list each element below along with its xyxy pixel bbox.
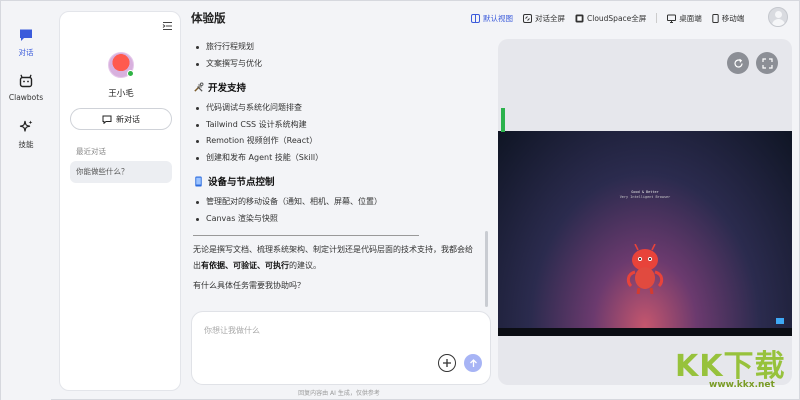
cloudspace-preview: Good & Better Very Intelligent Browser xyxy=(498,39,792,385)
default-view-button[interactable]: 默认视图 xyxy=(471,13,513,24)
summary-text-end: 的建议。 xyxy=(289,261,321,270)
username: 王小毛 xyxy=(108,89,134,99)
sidebar-panel: 王小毛 新对话 最近对话 你能做些什么？ xyxy=(59,11,181,391)
monitor-icon xyxy=(667,14,677,23)
chat-fullscreen-label: 对话全屏 xyxy=(535,13,565,23)
send-button[interactable] xyxy=(464,354,482,372)
refresh-icon xyxy=(733,58,743,68)
avatar-body xyxy=(772,19,785,26)
section-heading-device: 设备与节点控制 xyxy=(193,174,477,188)
bot-icon xyxy=(19,74,33,88)
user-avatar[interactable] xyxy=(768,7,788,27)
arrow-up-icon xyxy=(469,358,477,367)
status-indicator-bar xyxy=(501,108,505,132)
conversation-item[interactable]: 你能做些什么？ xyxy=(70,161,172,183)
avatar xyxy=(108,52,134,78)
list-item: 管理配对的移动设备（通知、相机、屏幕、位置） xyxy=(193,194,477,211)
cloudspace-fullscreen-label: CloudSpace全屏 xyxy=(587,13,647,23)
message-content: 旅行行程规划 文案撰写与优化 开发支持 代码调试与系统化问题排查 Tailwin… xyxy=(193,39,477,301)
default-view-label: 默认视图 xyxy=(483,13,513,23)
page-title: 体验版 xyxy=(191,11,226,25)
new-chat-icon xyxy=(102,115,112,124)
tray-icon xyxy=(776,318,784,324)
attach-button[interactable] xyxy=(438,354,456,372)
cloudspace-fullscreen-button[interactable]: CloudSpace全屏 xyxy=(575,13,646,24)
refresh-button[interactable] xyxy=(727,52,749,74)
mobile-button[interactable]: 移动端 xyxy=(712,13,745,24)
collapse-sidebar-icon[interactable] xyxy=(162,21,173,31)
rail-item-chat[interactable]: 对话 xyxy=(1,27,51,58)
summary-paragraph: 无论是撰写文档、梳理系统架构、制定计划还是代码层面的技术支持，我都会给出有依据、… xyxy=(193,242,477,274)
plus-icon xyxy=(443,359,451,367)
avatar-head xyxy=(775,11,782,18)
view-toolbar: 默认视图 对话全屏 CloudSpace全屏 桌面端 移动端 xyxy=(471,9,754,27)
section-title: 设备与节点控制 xyxy=(208,177,275,188)
ai-disclaimer: 回复内容由 AI 生成，仅供参考 xyxy=(298,390,380,397)
screen-subtitle-text: Very Intelligent Browser xyxy=(619,195,671,199)
robot-mascot-icon xyxy=(626,244,664,294)
cloudspace-icon xyxy=(575,14,584,22)
expand-icon xyxy=(761,57,773,69)
toolbar-separator xyxy=(656,13,658,23)
rail-item-label: Clawbots xyxy=(8,93,44,102)
recent-conversations-heading: 最近对话 xyxy=(76,147,106,156)
list-item: 旅行行程规划 xyxy=(193,39,477,56)
new-chat-button[interactable]: 新对话 xyxy=(70,108,172,130)
summary-emphasis: 有依据、可验证、可执行 xyxy=(201,261,289,270)
sparkle-icon xyxy=(19,120,33,132)
screen-title-text: Good & Better xyxy=(631,190,659,194)
app-window: 对话 Clawbots 技能 王小毛 新对话 最近对话 你能做些什么？ 体验版 … xyxy=(0,0,800,400)
message-input-placeholder: 你想让我做什么 xyxy=(204,326,260,335)
list-item: 创建和发布 Agent 技能（Skill） xyxy=(193,150,477,167)
rail-item-clawbots[interactable]: Clawbots xyxy=(1,73,51,103)
chat-scrollbar[interactable] xyxy=(485,231,488,307)
new-chat-label: 新对话 xyxy=(116,114,140,124)
phone-icon xyxy=(195,175,202,187)
chat-fullscreen-button[interactable]: 对话全屏 xyxy=(523,13,565,24)
mobile-label: 移动端 xyxy=(721,13,745,23)
expand-button[interactable] xyxy=(756,52,778,74)
chat-icon xyxy=(20,29,32,41)
list-item: Canvas 渲染与快照 xyxy=(193,211,477,228)
online-status-dot xyxy=(127,70,134,77)
remote-desktop-screen[interactable]: Good & Better Very Intelligent Browser xyxy=(498,131,792,336)
closing-question: 有什么具体任务需要我协助吗？ xyxy=(193,281,305,290)
list-item: 代码调试与系统化问题排查 xyxy=(193,100,477,117)
left-rail: 对话 Clawbots 技能 xyxy=(1,1,51,400)
rail-item-skills[interactable]: 技能 xyxy=(1,119,51,150)
desktop-button[interactable]: 桌面端 xyxy=(667,13,702,24)
layout-icon xyxy=(471,13,480,23)
section-title: 开发支持 xyxy=(208,83,247,94)
desktop-label: 桌面端 xyxy=(679,13,702,23)
remote-taskbar xyxy=(498,328,792,336)
list-item: Remotion 视频创作（React） xyxy=(193,133,477,150)
list-item: 文案撰写与优化 xyxy=(193,56,477,73)
rail-item-label: 对话 xyxy=(18,48,34,57)
divider xyxy=(193,235,419,236)
tools-icon xyxy=(194,82,204,92)
fullscreen-icon xyxy=(523,13,532,23)
chat-main: 体验版 旅行行程规划 文案撰写与优化 开发支持 代码调试与系统化问题排查 Tai… xyxy=(187,1,491,400)
rail-item-label: 技能 xyxy=(18,140,34,149)
mobile-icon xyxy=(712,13,719,23)
message-input-box[interactable]: 你想让我做什么 xyxy=(191,311,491,385)
list-item: Tailwind CSS 设计系统构建 xyxy=(193,117,477,134)
section-heading-dev: 开发支持 xyxy=(193,80,477,94)
